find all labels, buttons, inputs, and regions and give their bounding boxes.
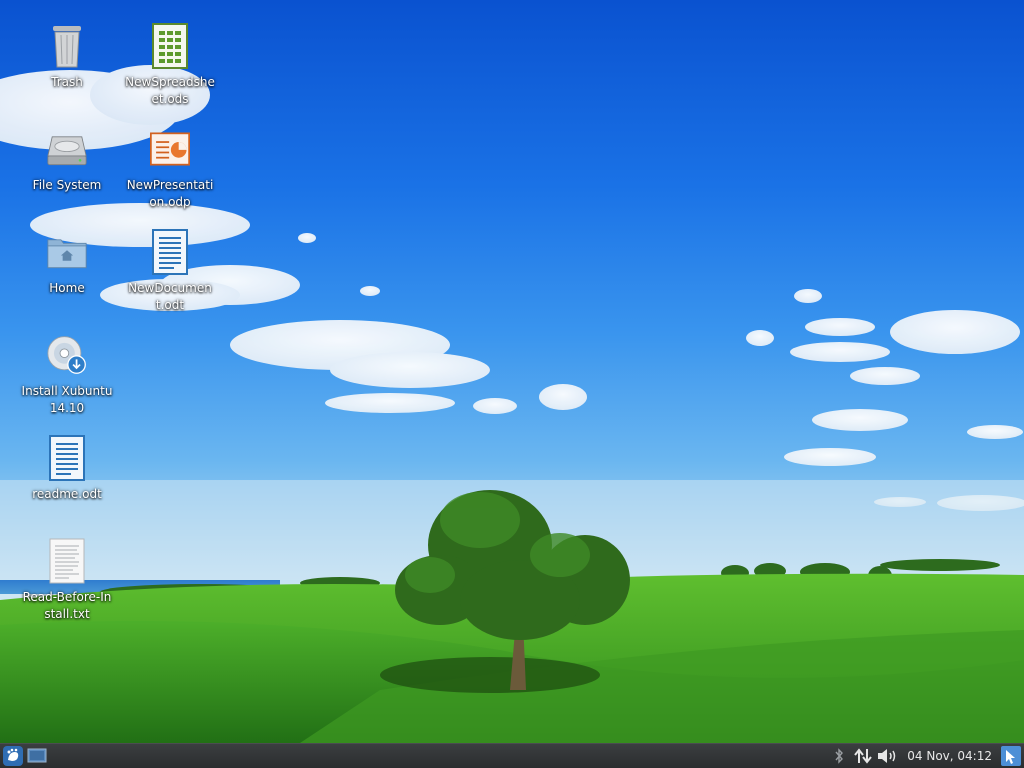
action-buttons-icon[interactable]: [1000, 745, 1022, 767]
desktop-icon-label: readme.odt: [32, 487, 102, 501]
show-desktop-icon[interactable]: [26, 745, 48, 767]
desktop-icon-new-presentation[interactable]: NewPresentation.odp: [122, 125, 218, 211]
home-folder-icon: [47, 228, 87, 276]
presentation-file-icon: [150, 125, 190, 173]
text-file-icon: [47, 537, 87, 585]
desktop: Trash NewSpreadsheet.ods File System New…: [0, 0, 1024, 743]
desktop-icon-new-spreadsheet[interactable]: NewSpreadsheet.ods: [122, 22, 218, 108]
desktop-icon-file-system[interactable]: File System: [19, 125, 115, 194]
desktop-icon-label: NewSpreadsheet.ods: [125, 75, 215, 106]
trash-icon: [47, 22, 87, 70]
desktop-icon-label: Install Xubuntu 14.10: [21, 384, 113, 415]
desktop-icon-label: File System: [32, 178, 102, 192]
desktop-icon-readme[interactable]: readme.odt: [19, 434, 115, 503]
bottom-panel: 04 Nov, 04:12: [0, 743, 1024, 768]
document-file-icon: [47, 434, 87, 482]
desktop-icon-label: NewDocument.odt: [128, 281, 212, 312]
document-file-icon: [150, 228, 190, 276]
desktop-icon-new-document[interactable]: NewDocument.odt: [122, 228, 218, 314]
desktop-icon-trash[interactable]: Trash: [19, 22, 115, 91]
desktop-icon-install-xubuntu[interactable]: Install Xubuntu 14.10: [19, 331, 115, 417]
install-disc-icon: [47, 331, 87, 379]
desktop-icon-label: NewPresentation.odp: [126, 178, 214, 209]
network-icon[interactable]: [851, 745, 875, 767]
desktop-icon-read-before-install[interactable]: Read-Before-Install.txt: [19, 537, 115, 623]
harddrive-icon: [47, 125, 87, 173]
wallpaper: [0, 65, 1024, 743]
spreadsheet-file-icon: [150, 22, 190, 70]
system-tray: [827, 745, 899, 767]
volume-icon[interactable]: [875, 745, 899, 767]
desktop-icon-home[interactable]: Home: [19, 228, 115, 297]
desktop-icon-label: Read-Before-Install.txt: [22, 590, 112, 621]
bluetooth-icon[interactable]: [827, 745, 851, 767]
clock[interactable]: 04 Nov, 04:12: [899, 749, 998, 763]
desktop-icon-label: Trash: [51, 75, 83, 89]
desktop-icon-label: Home: [49, 281, 85, 295]
xfce-mouse-icon[interactable]: [2, 745, 24, 767]
